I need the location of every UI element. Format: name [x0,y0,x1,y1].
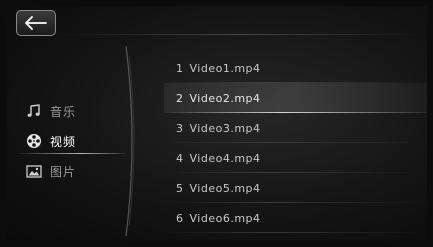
sidebar-item-label: 视频 [50,134,77,149]
list-item-index: 3 [176,121,184,135]
sidebar-item-pictures[interactable]: 图片 [6,156,126,186]
list-item-index: 1 [176,61,184,75]
sidebar-item-music[interactable]: 音乐 [6,96,126,126]
sidebar-divider [125,46,135,236]
list-item-name: Video4.mp4 [189,151,261,165]
arrow-left-icon [25,16,47,30]
list-item-name: Video1.mp4 [189,61,261,75]
music-note-icon [26,103,42,119]
list-item-name: Video2.mp4 [189,91,261,105]
back-button[interactable] [16,10,56,36]
list-item-name: Video5.mp4 [189,181,261,195]
media-screen: 音乐 视频 图片 1 Video1.mp4 2 Video2.mp4 3 Vid… [6,6,427,241]
list-item-video-6[interactable]: 6 Video6.mp4 [164,203,427,233]
list-item-video-4[interactable]: 4 Video4.mp4 [164,143,427,173]
list-item-index: 6 [176,211,184,225]
list-item-name: Video6.mp4 [189,211,261,225]
device-frame: 音乐 视频 图片 1 Video1.mp4 2 Video2.mp4 3 Vid… [0,0,433,247]
category-sidebar: 音乐 视频 图片 [6,96,126,186]
list-item-video-3[interactable]: 3 Video3.mp4 [164,113,427,143]
video-list: 1 Video1.mp4 2 Video2.mp4 3 Video3.mp4 4… [164,53,427,233]
film-reel-icon [26,133,42,149]
list-item-index: 5 [176,181,184,195]
picture-icon [26,163,42,179]
sidebar-item-video[interactable]: 视频 [6,126,126,156]
header-divider [60,34,420,35]
list-item-video-5[interactable]: 5 Video5.mp4 [164,173,427,203]
list-item-video-2[interactable]: 2 Video2.mp4 [164,83,427,113]
sidebar-item-label: 音乐 [50,104,77,119]
list-item-index: 2 [176,91,184,105]
list-item-index: 4 [176,151,184,165]
sidebar-item-label: 图片 [50,164,77,179]
list-item-video-1[interactable]: 1 Video1.mp4 [164,53,427,83]
list-item-name: Video3.mp4 [189,121,261,135]
